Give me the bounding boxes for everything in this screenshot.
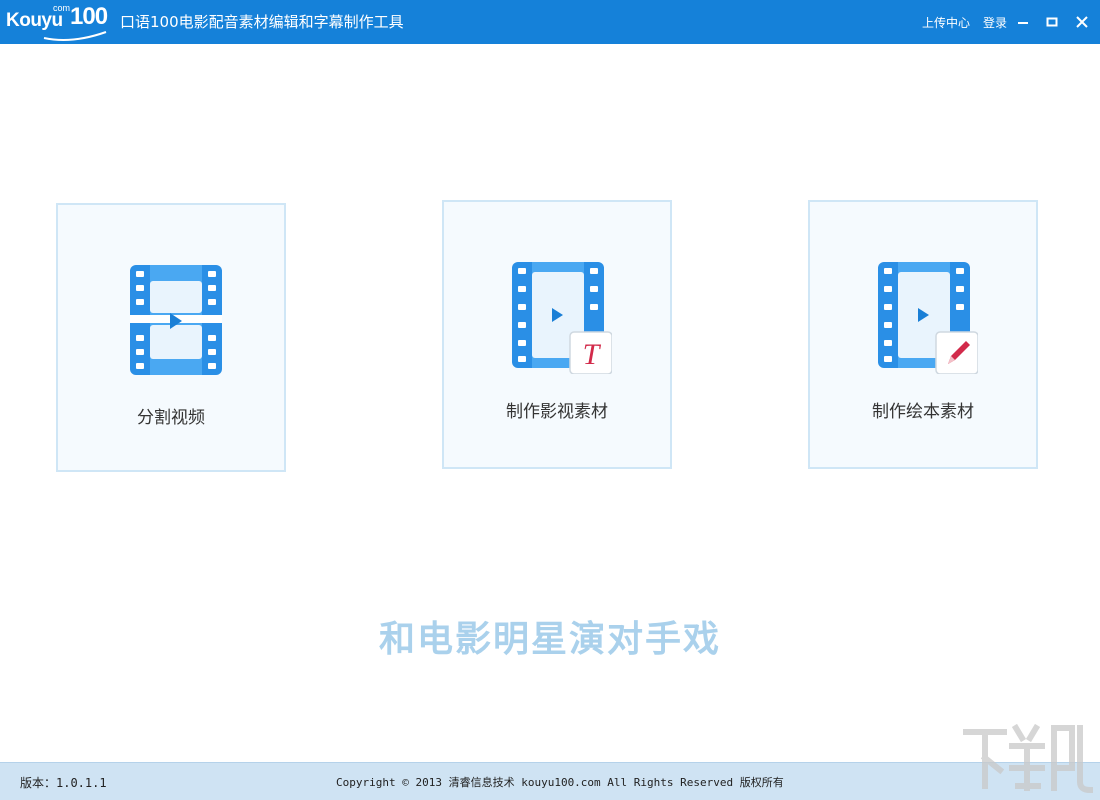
film-pencil-icon bbox=[878, 262, 978, 374]
make-film-material-card[interactable]: T 制作影视素材 bbox=[442, 200, 672, 469]
status-bar: 版本：1.0.1.1 Copyright © 2013 清睿信息技术 kouyu… bbox=[0, 762, 1100, 800]
maximize-button[interactable] bbox=[1042, 12, 1062, 32]
make-picturebook-material-card[interactable]: 制作绘本素材 bbox=[808, 200, 1038, 469]
kouyu100-logo: Kouyu com 100 bbox=[6, 2, 110, 42]
close-icon bbox=[1076, 16, 1088, 28]
slogan: 和电影明星演对手戏 bbox=[378, 619, 721, 660]
maximize-icon bbox=[1046, 17, 1058, 27]
version-text: 版本：1.0.1.1 bbox=[20, 776, 107, 790]
copyright-text: Copyright © 2013 清睿信息技术 kouyu100.com All… bbox=[336, 776, 784, 789]
title-bar: Kouyu com 100 口语100电影配音素材编辑和字幕制作工具 上传中心 … bbox=[0, 0, 1100, 44]
app-title: 口语100电影配音素材编辑和字幕制作工具 bbox=[120, 13, 404, 31]
split-video-card[interactable]: 分割视频 bbox=[56, 203, 286, 472]
download-site-watermark-icon bbox=[963, 723, 1094, 794]
minimize-button[interactable] bbox=[1013, 12, 1033, 32]
app-window: Kouyu com 100 口语100电影配音素材编辑和字幕制作工具 上传中心 … bbox=[0, 0, 1100, 800]
login-link[interactable]: 登录 bbox=[983, 14, 1007, 31]
upload-center-link[interactable]: 上传中心 bbox=[922, 14, 970, 31]
make-picturebook-material-label: 制作绘本素材 bbox=[872, 402, 974, 422]
close-button[interactable] bbox=[1072, 12, 1092, 32]
logo-swoosh-icon bbox=[43, 31, 107, 41]
film-text-icon: T bbox=[512, 262, 612, 374]
split-video-label: 分割视频 bbox=[137, 408, 205, 428]
make-film-material-label: 制作影视素材 bbox=[506, 402, 608, 422]
logo-word: Kouyu bbox=[6, 10, 63, 31]
logo-com: com bbox=[53, 3, 71, 13]
minimize-icon bbox=[1018, 22, 1028, 24]
film-icon bbox=[130, 265, 222, 375]
svg-text:T: T bbox=[583, 338, 602, 371]
logo-number: 100 bbox=[70, 3, 108, 30]
